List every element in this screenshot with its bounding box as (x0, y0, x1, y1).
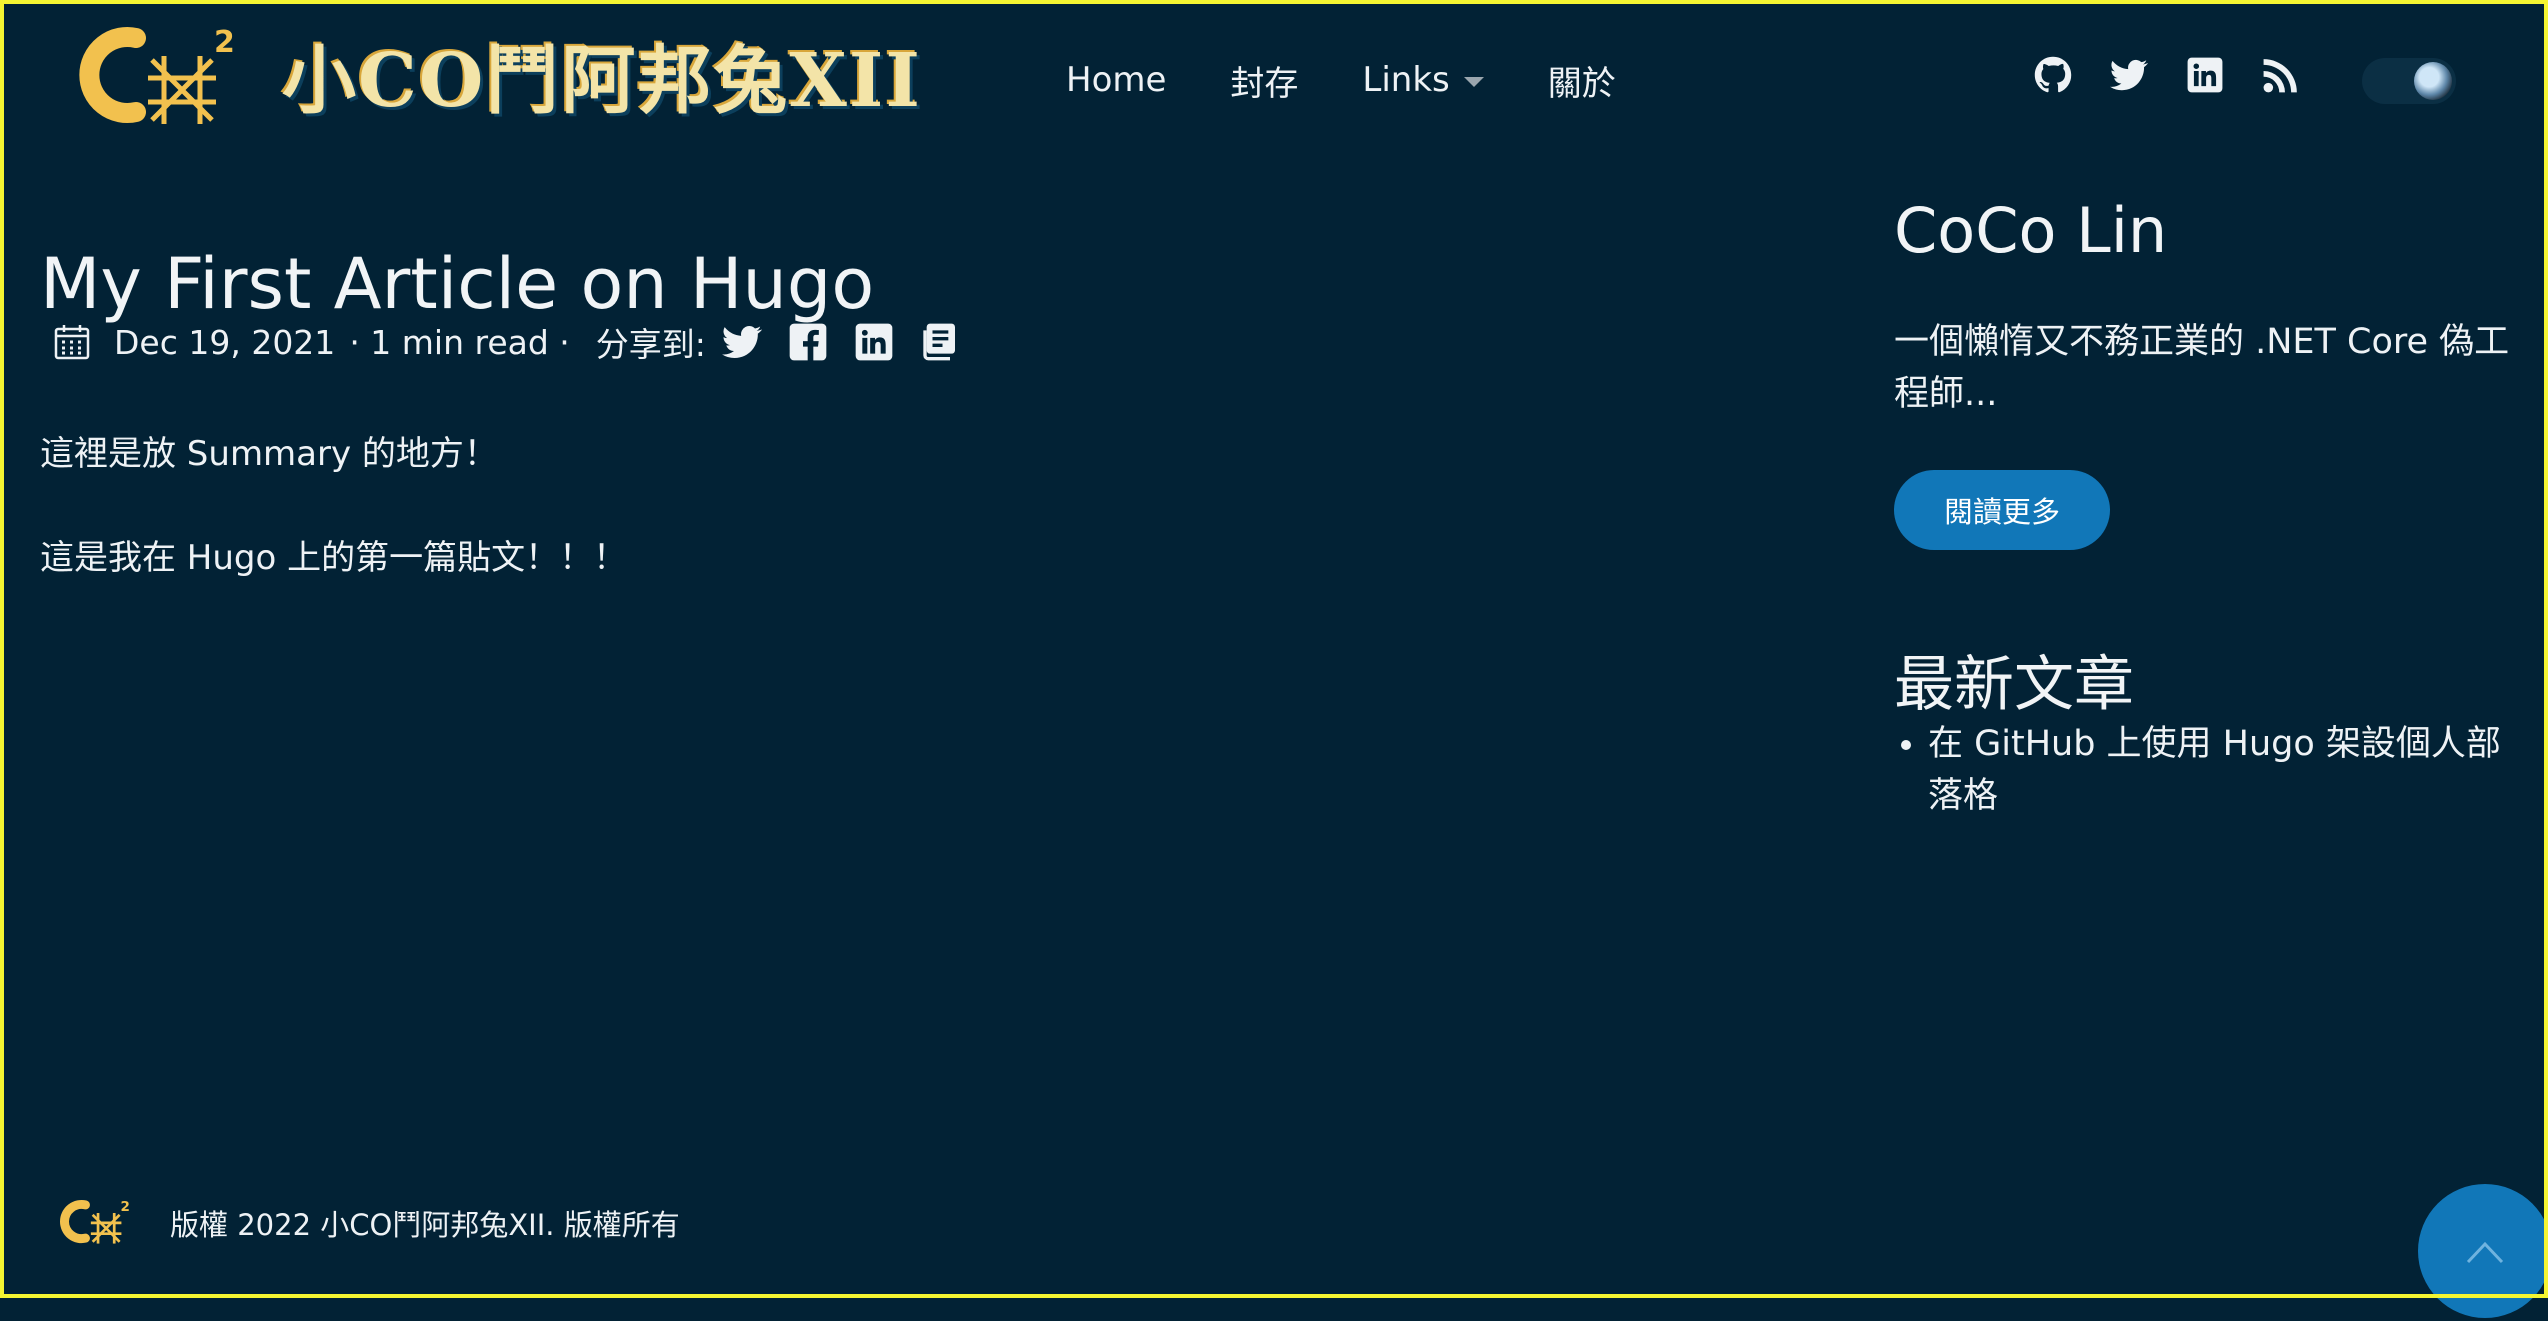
svg-text:2: 2 (214, 25, 235, 60)
calendar-icon (52, 322, 92, 362)
post-body: 這是我在 Hugo 上的第一篇貼文！！！ (40, 538, 628, 578)
nav-archive-label: 封存 (1230, 63, 1299, 104)
share-label: 分享到: (595, 325, 706, 364)
nav-links-label: Links (1362, 60, 1450, 100)
footer-copyright: 版權 2022 小CO鬥阿邦兔XII. 版權所有 (170, 1208, 680, 1242)
read-more-button[interactable]: 閱讀更多 (1894, 470, 2110, 550)
main-nav: Home 封存 Links 關於 (1066, 52, 1616, 108)
site-title[interactable]: 小CO鬥阿邦兔XII (282, 26, 922, 136)
post-read-time: · 1 min read · (349, 322, 570, 362)
nav-home[interactable]: Home (1066, 60, 1166, 100)
theme-toggle[interactable] (2362, 58, 2456, 104)
rss-icon[interactable] (2262, 56, 2300, 94)
social-links (2034, 56, 2300, 94)
post-date: Dec 19, 2021 (114, 322, 336, 362)
post-title: My First Article on Hugo (40, 242, 875, 325)
post-meta: Dec 19, 2021 · 1 min read · 分享到: (52, 316, 960, 368)
author-name: CoCo Lin (1894, 194, 2168, 267)
recent-posts-heading: 最新文章 (1894, 649, 2134, 720)
nav-archive[interactable]: 封存 (1230, 56, 1298, 105)
linkedin-icon[interactable] (2186, 56, 2224, 94)
theme-toggle-knob-icon (2414, 62, 2452, 100)
share-facebook-icon[interactable] (788, 322, 828, 362)
recent-post-link[interactable]: 在 GitHub 上使用 Hugo 架設個人部落格 (1928, 718, 2528, 822)
author-bio: 一個懶惰又不務正業的 .NET Core 偽工程師... (1894, 322, 2510, 414)
nav-about[interactable]: 關於 (1548, 56, 1616, 105)
chevron-down-icon (1463, 77, 1484, 87)
nav-links[interactable]: Links (1362, 60, 1484, 100)
share-twitter-icon[interactable] (721, 322, 762, 362)
post-summary: 這裡是放 Summary 的地方！ (40, 434, 498, 474)
nav-home-label: Home (1066, 60, 1167, 100)
footer-logo[interactable]: 2 (54, 1192, 134, 1252)
twitter-icon[interactable] (2110, 56, 2148, 94)
site-logo[interactable]: 2 (66, 16, 244, 136)
nav-about-label: 關於 (1547, 63, 1616, 104)
github-icon[interactable] (2034, 56, 2072, 94)
site-header: 2 小CO鬥阿邦兔XII Home 封存 Links 關於 (0, 0, 2548, 170)
share-icons (721, 322, 960, 362)
svg-text:2: 2 (121, 1199, 130, 1215)
copy-icon[interactable] (920, 322, 960, 362)
share-linkedin-icon[interactable] (854, 322, 894, 362)
recent-posts-list: 在 GitHub 上使用 Hugo 架設個人部落格 (1894, 718, 2528, 822)
